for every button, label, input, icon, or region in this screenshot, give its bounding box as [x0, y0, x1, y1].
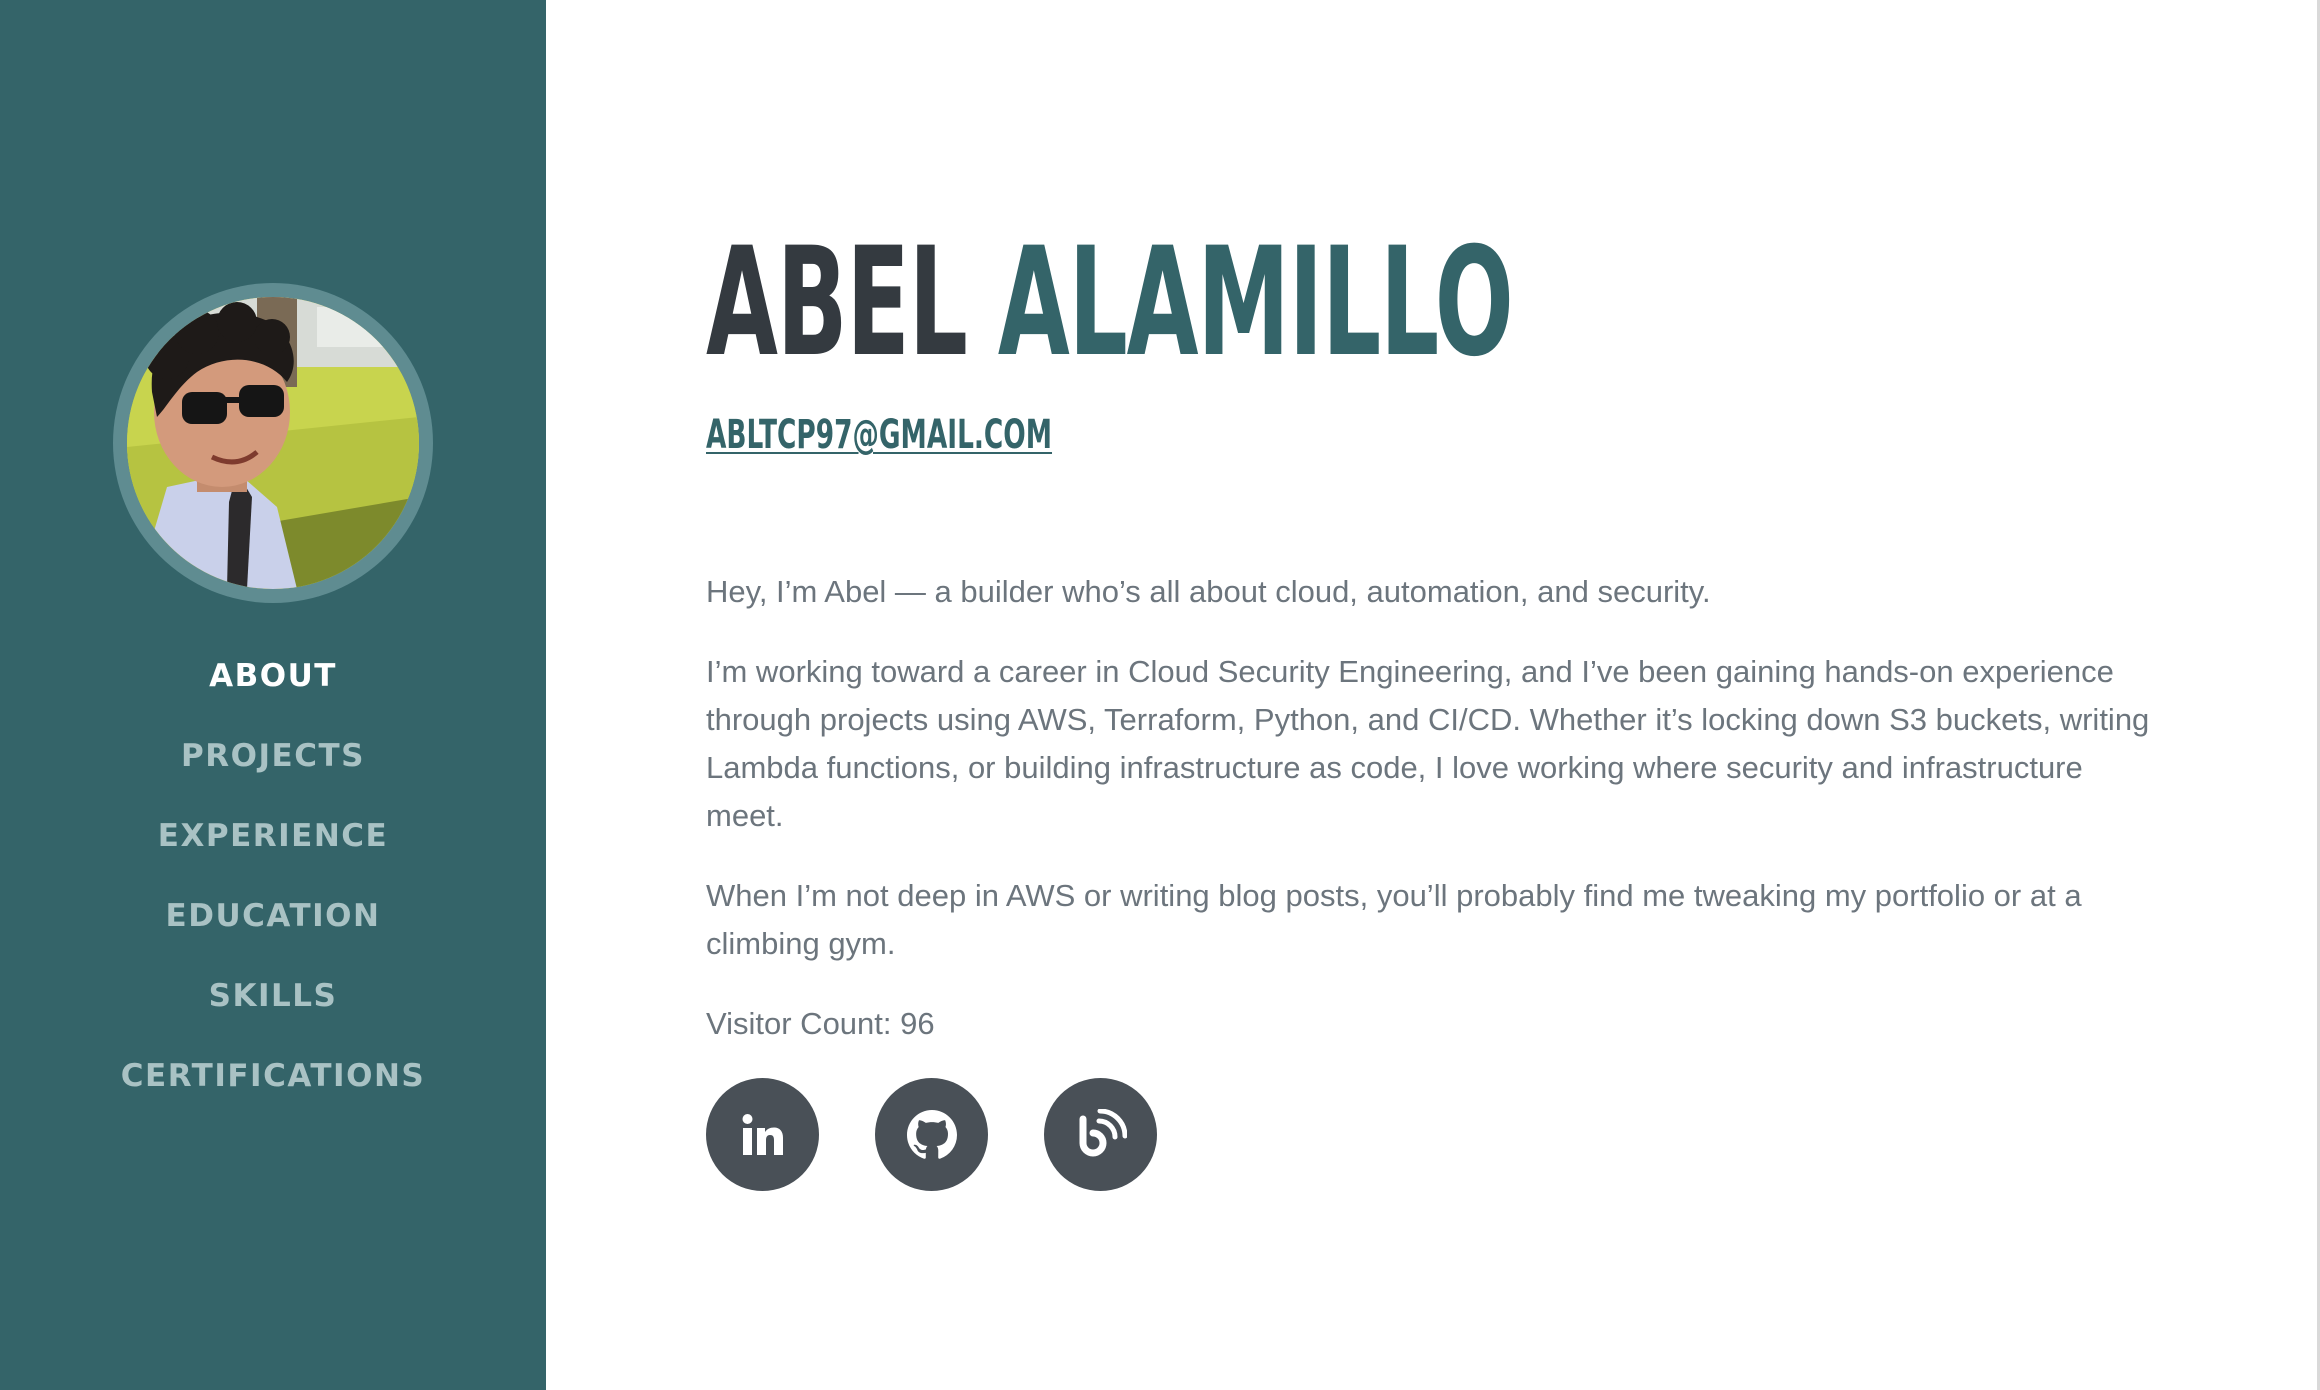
about-paragraph-intro: Hey, I’m Abel — a builder who’s all abou…	[706, 574, 1711, 609]
first-name: ABEL	[706, 216, 968, 390]
github-icon	[906, 1109, 957, 1159]
blog-icon	[1079, 1108, 1127, 1156]
github-button[interactable]	[875, 1078, 988, 1191]
nav-item-skills[interactable]: SKILLS	[0, 968, 546, 1048]
email-link[interactable]: ABLTCP97@GMAIL.COM	[706, 408, 1052, 462]
nav-item-experience[interactable]: EXPERIENCE	[0, 808, 546, 888]
blog-button[interactable]	[1044, 1078, 1157, 1191]
nav-item-about[interactable]: ABOUT	[0, 648, 546, 728]
nav-item-certifications[interactable]: CERTIFICATIONS	[0, 1048, 546, 1128]
main-content: ABEL ALAMILLO ABLTCP97@GMAIL.COM Hey, I’…	[706, 0, 2166, 1390]
linkedin-button[interactable]	[706, 1078, 819, 1191]
nav-item-education[interactable]: EDUCATION	[0, 888, 546, 968]
avatar-ring	[113, 283, 433, 603]
visitor-count: Visitor Count: 96	[706, 1006, 935, 1041]
avatar-photo	[127, 297, 419, 589]
page-title: ABEL ALAMILLO	[706, 216, 1514, 390]
sidebar: ABOUT PROJECTS EXPERIENCE EDUCATION SKIL…	[0, 0, 546, 1390]
social-links	[706, 1078, 1157, 1191]
page: ABOUT PROJECTS EXPERIENCE EDUCATION SKIL…	[0, 0, 2320, 1390]
avatar	[127, 297, 419, 589]
nav-menu: ABOUT PROJECTS EXPERIENCE EDUCATION SKIL…	[0, 648, 546, 1128]
about-paragraph-hobbies: When I’m not deep in AWS or writing blog…	[706, 878, 2082, 961]
about-paragraph-career: I’m working toward a career in Cloud Sec…	[706, 654, 2150, 833]
linkedin-icon	[742, 1113, 783, 1155]
last-name: ALAMILLO	[997, 216, 1514, 390]
nav-item-projects[interactable]: PROJECTS	[0, 728, 546, 808]
